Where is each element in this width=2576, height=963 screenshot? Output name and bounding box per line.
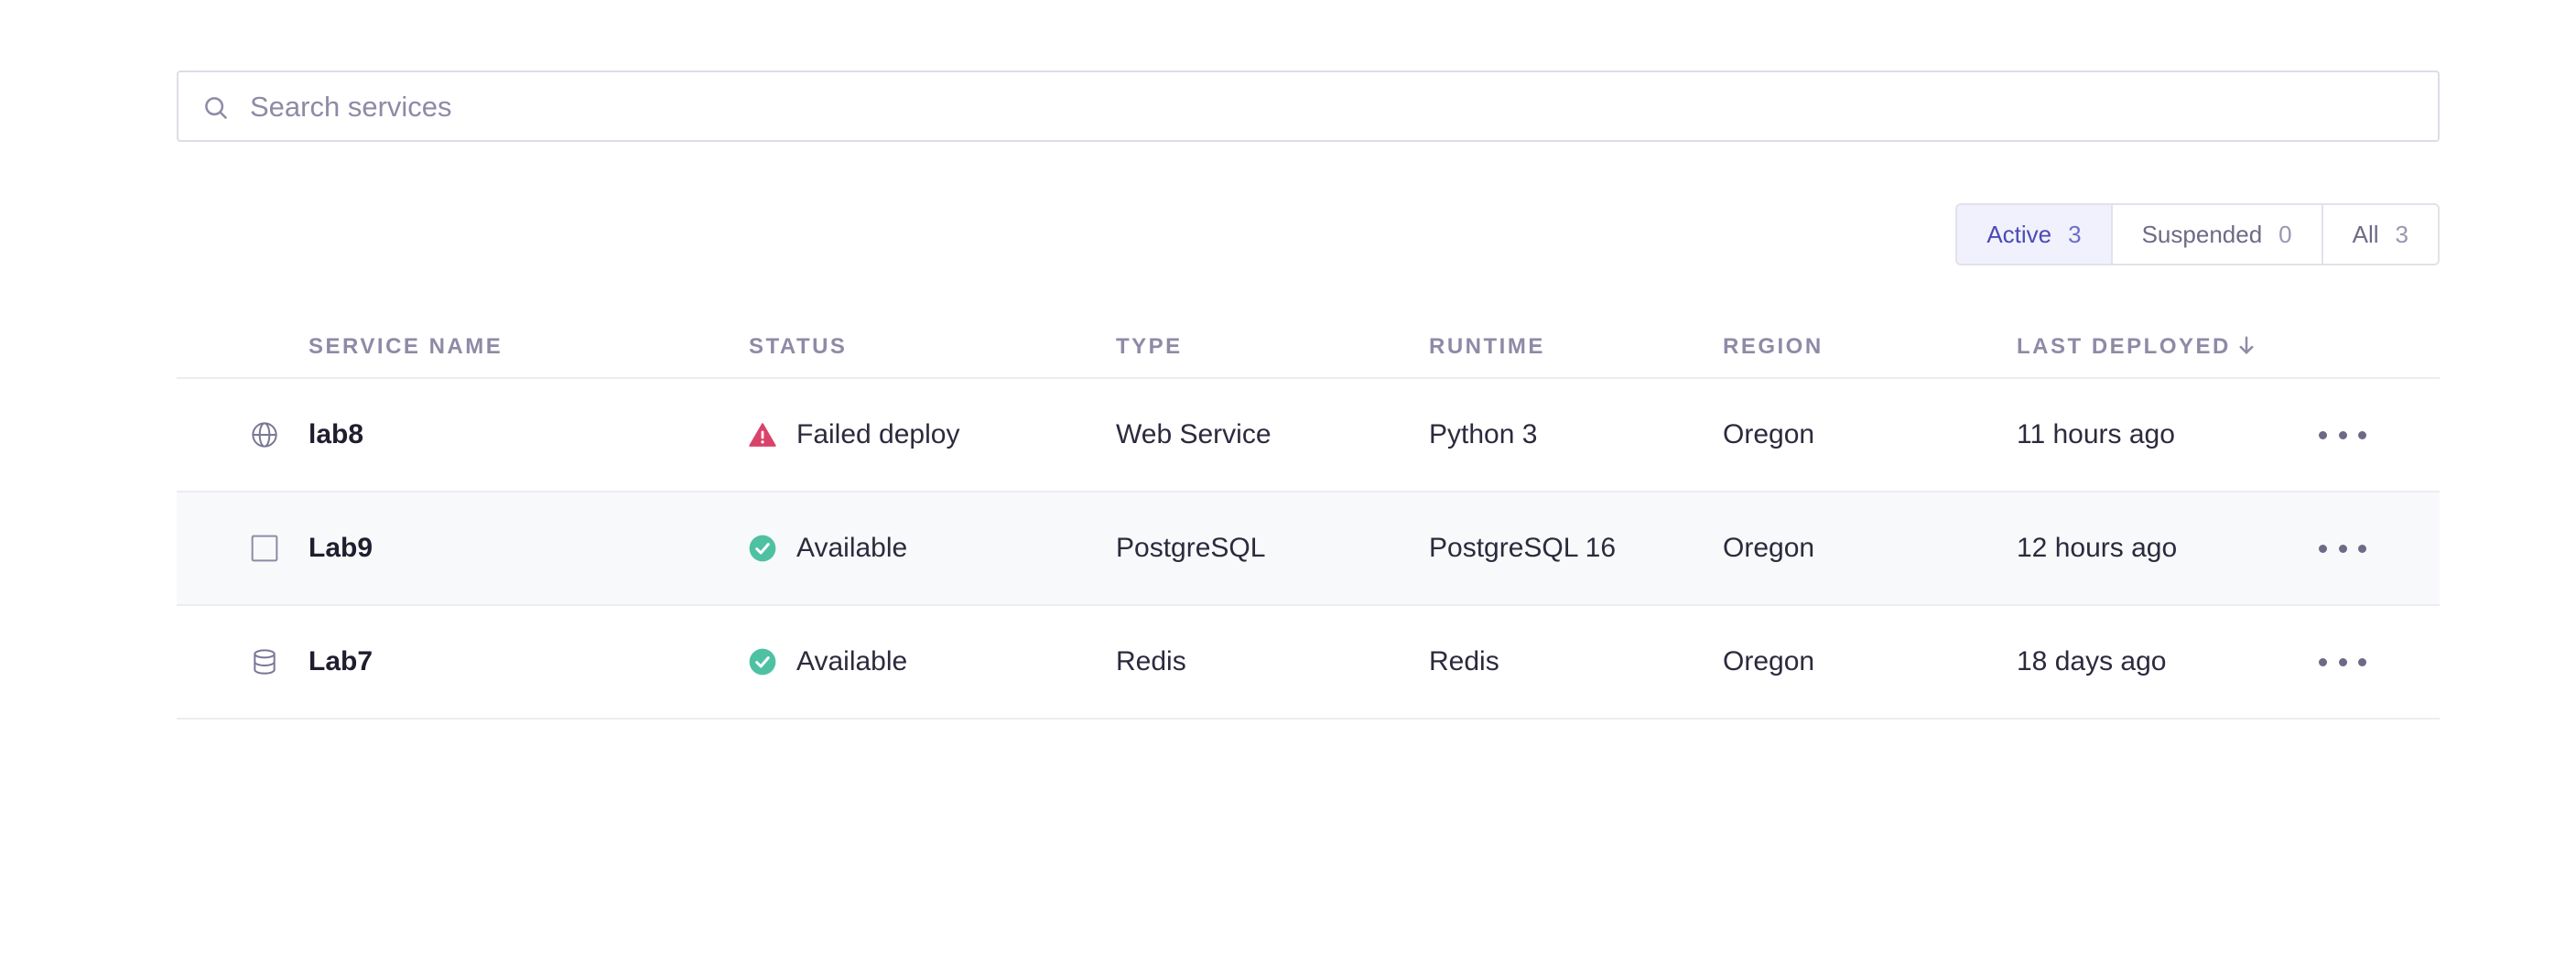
region-cell: Oregon xyxy=(1723,646,1815,676)
filter-tab-label: Suspended xyxy=(2141,220,2263,248)
status-cell: Available xyxy=(749,492,907,604)
filter-tab-label: All xyxy=(2352,220,2379,248)
status-filter-tabs: Active 3 Suspended 0 All 3 xyxy=(1955,203,2440,265)
type-cell: PostgreSQL xyxy=(1116,533,1266,563)
filter-tab-count: 3 xyxy=(2395,220,2408,248)
check-circle-icon xyxy=(749,648,776,676)
runtime-cell: Redis xyxy=(1429,646,1499,676)
more-actions-icon[interactable] xyxy=(2319,421,2366,449)
filter-tab-count: 3 xyxy=(2068,220,2082,248)
service-name-link[interactable]: Lab9 xyxy=(308,492,373,604)
last-deployed-cell: 18 days ago xyxy=(2017,646,2167,676)
column-header-label: LAST DEPLOYED xyxy=(2017,334,2231,359)
column-header-last-deployed[interactable]: LAST DEPLOYED xyxy=(2017,334,2255,360)
filter-tab-active[interactable]: Active 3 xyxy=(1957,205,2111,264)
sort-down-arrow-icon xyxy=(2239,336,2254,354)
runtime-cell: PostgreSQL 16 xyxy=(1429,533,1617,563)
table-row[interactable]: Lab9 Available PostgreSQL PostgreSQL 16 … xyxy=(177,492,2440,606)
last-deployed-cell: 12 hours ago xyxy=(2017,533,2178,563)
last-deployed-cell: 11 hours ago xyxy=(2017,419,2175,449)
column-header-region[interactable]: REGION xyxy=(1723,334,1824,360)
service-name-link[interactable]: Lab7 xyxy=(308,606,373,718)
column-header-service-name[interactable]: SERVICE NAME xyxy=(308,334,503,360)
column-header-runtime[interactable]: RUNTIME xyxy=(1429,334,1545,360)
filter-tab-all[interactable]: All 3 xyxy=(2321,205,2438,264)
more-actions-icon[interactable] xyxy=(2319,535,2366,562)
search-input[interactable] xyxy=(248,72,2412,142)
service-name-link[interactable]: lab8 xyxy=(308,379,363,491)
services-panel: Active 3 Suspended 0 All 3 SERVICE NAME … xyxy=(177,70,2440,720)
services-table: SERVICE NAME STATUS TYPE RUNTIME REGION … xyxy=(177,327,2440,720)
status-text: Available xyxy=(796,533,908,563)
warning-icon xyxy=(749,423,776,447)
status-text: Failed deploy xyxy=(796,419,960,449)
runtime-cell: Python 3 xyxy=(1429,419,1538,449)
check-circle-icon xyxy=(749,535,776,562)
more-actions-icon[interactable] xyxy=(2319,648,2366,676)
region-cell: Oregon xyxy=(1723,419,1815,449)
status-cell: Available xyxy=(749,606,907,718)
type-cell: Web Service xyxy=(1116,419,1272,449)
status-cell: Failed deploy xyxy=(749,379,959,491)
column-header-status[interactable]: STATUS xyxy=(749,334,847,360)
filter-tab-suspended[interactable]: Suspended 0 xyxy=(2110,205,2322,264)
filter-tab-count: 0 xyxy=(2278,220,2292,248)
type-cell: Redis xyxy=(1116,646,1186,676)
table-header: SERVICE NAME STATUS TYPE RUNTIME REGION … xyxy=(177,327,2440,379)
column-header-type[interactable]: TYPE xyxy=(1116,334,1183,360)
table-row[interactable]: lab8 Failed deploy Web Service Python 3 … xyxy=(177,379,2440,492)
status-text: Available xyxy=(796,646,908,676)
globe-icon xyxy=(252,422,277,448)
filter-tab-label: Active xyxy=(1986,220,2052,248)
table-row[interactable]: Lab7 Available Redis Redis Oregon 18 day… xyxy=(177,606,2440,720)
search-box[interactable] xyxy=(177,70,2440,142)
database-icon xyxy=(254,649,276,675)
checkbox-icon[interactable] xyxy=(250,534,279,563)
search-icon xyxy=(205,97,228,120)
region-cell: Oregon xyxy=(1723,533,1815,563)
